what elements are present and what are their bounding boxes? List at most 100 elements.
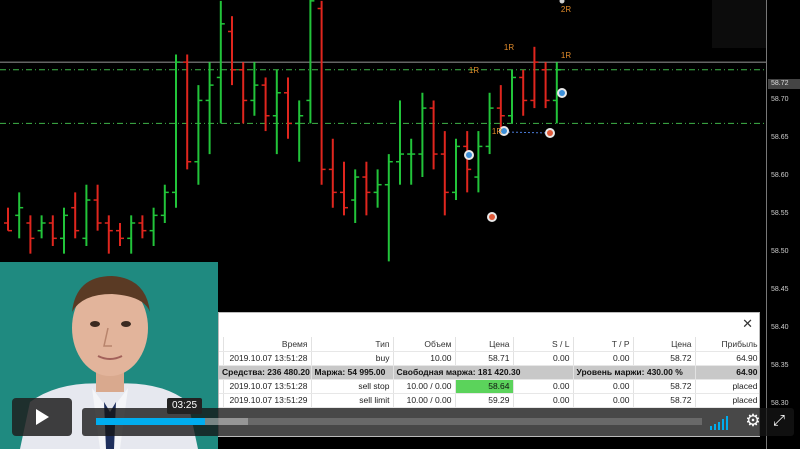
col-header-time[interactable]: Время <box>223 337 312 352</box>
ohlc-bar <box>306 0 315 124</box>
table-cell: 10.00 <box>393 351 456 366</box>
table-row[interactable]: 2019.10.07 13:51:28 buy 10.00 58.71 0.00… <box>219 351 759 366</box>
volume-icon[interactable] <box>710 414 734 430</box>
marker-dot <box>559 0 565 4</box>
ohlc-bar <box>440 131 449 216</box>
ohlc-bar <box>541 62 550 109</box>
ohlc-bar <box>519 69 528 116</box>
ohlc-bar <box>127 215 136 254</box>
ohlc-bar <box>239 62 248 124</box>
ohlc-bar <box>48 215 57 246</box>
positions-table: Время Тип Объем Цена S / L T / P Цена Пр… <box>219 337 759 408</box>
table-cell: 0.00 <box>513 393 574 408</box>
table-cell: 0.00 <box>573 351 634 366</box>
price-tick: 58.50 <box>771 248 789 255</box>
ohlc-bar <box>194 85 203 185</box>
ohlc-bar <box>418 92 427 178</box>
ohlc-bar <box>228 16 236 86</box>
ohlc-bar <box>328 138 337 208</box>
col-header-volume[interactable]: Объем <box>393 337 456 352</box>
ohlc-bar <box>407 138 416 185</box>
ohlc-bar <box>183 54 192 170</box>
table-cell: 10.00 / 0.00 <box>393 379 456 394</box>
price-tick: 58.45 <box>771 286 789 293</box>
price-tick: 58.70 <box>771 96 789 103</box>
play-icon <box>36 409 49 425</box>
table-cell: 0.00 <box>573 379 634 394</box>
price-tick: 58.35 <box>771 362 789 369</box>
price-axis: 58.72 58.70 58.65 58.60 58.55 58.50 58.4… <box>766 0 800 449</box>
price-tick: 58.30 <box>771 400 789 407</box>
time-tooltip: 03:25 <box>167 398 203 414</box>
table-cell: 2019.10.07 13:51:28 <box>223 351 312 366</box>
ohlc-bar <box>93 184 102 231</box>
ohlc-bar <box>373 169 382 208</box>
ohlc-bar <box>71 192 80 239</box>
r-annotation-label: 2R <box>561 5 571 14</box>
table-cell: 58.71 <box>455 351 514 366</box>
funds-summary: Средства: 236 480.20 <box>219 365 312 380</box>
table-cell-highlight: 58.64 <box>455 379 514 394</box>
table-cell: 58.72 <box>633 351 696 366</box>
table-cell: 10.00 / 0.00 <box>393 393 456 408</box>
trade-marker-core <box>547 130 553 136</box>
ohlc-bar <box>351 169 360 224</box>
price-tick: 58.60 <box>771 172 789 179</box>
margin-level-summary: Уровень маржи: 430.00 % <box>573 365 696 380</box>
price-tick: 58.65 <box>771 134 789 141</box>
trade-marker-core <box>466 152 472 158</box>
table-row[interactable]: 2019.10.07 13:51:28 sell stop 10.00 / 0.… <box>219 379 759 394</box>
ohlc-bar <box>340 161 348 216</box>
ohlc-bar <box>37 215 46 239</box>
r-annotation-label: 1R <box>492 127 502 136</box>
col-header-price[interactable]: Цена <box>455 337 514 352</box>
table-cell: 58.72 <box>633 393 696 408</box>
trading-video-player: 2R 1R 1R 1R 1R 58.72 58.70 58.65 58.60 58.55… <box>0 0 800 449</box>
ohlc-bar <box>463 131 472 193</box>
r-annotation-label: 1R <box>469 66 479 75</box>
table-cell: 0.00 <box>513 351 574 366</box>
ohlc-bar <box>116 223 124 246</box>
ohlc-bar <box>295 100 304 162</box>
ohlc-bar <box>284 77 292 139</box>
table-cell: placed <box>695 393 759 408</box>
table-cell: sell limit <box>311 393 394 408</box>
table-cell: buy <box>311 351 394 366</box>
ohlc-bar <box>317 0 326 185</box>
table-cell: 2019.10.07 13:51:29 <box>223 393 312 408</box>
table-row[interactable]: 2019.10.07 13:51:29 sell limit 10.00 / 0… <box>219 393 759 408</box>
col-header-sl[interactable]: S / L <box>513 337 574 352</box>
ohlc-bar <box>452 138 460 201</box>
ohlc-bar <box>496 85 505 132</box>
ohlc-bar <box>82 184 91 246</box>
col-header-tp[interactable]: T / P <box>573 337 634 352</box>
ohlc-bar <box>508 69 516 124</box>
profit-summary: 64.90 <box>695 365 759 380</box>
price-tick: 58.40 <box>771 324 789 331</box>
ohlc-bar <box>172 54 180 208</box>
progress-scrubber[interactable] <box>96 418 702 425</box>
margin-summary: Маржа: 54 995.00 <box>311 365 394 380</box>
col-header-current-price[interactable]: Цена <box>633 337 696 352</box>
ohlc-bar <box>26 215 35 254</box>
ohlc-bar <box>205 62 214 155</box>
col-header-type[interactable]: Тип <box>311 337 394 352</box>
ohlc-bar <box>138 215 147 239</box>
account-summary-row: Средства: 236 480.20 Маржа: 54 995.00 Св… <box>219 365 759 380</box>
fullscreen-icon[interactable]: ⤢ <box>770 412 788 430</box>
col-header-profit[interactable]: Прибыль <box>695 337 759 352</box>
table-cell: 64.90 <box>695 351 759 366</box>
close-icon[interactable]: ✕ <box>742 316 753 332</box>
table-header-row: Время Тип Объем Цена S / L T / P Цена Пр… <box>219 337 759 352</box>
play-button[interactable] <box>12 398 72 436</box>
ohlc-bar <box>384 154 393 262</box>
ohlc-bar <box>474 131 483 193</box>
trade-marker-core <box>489 214 495 220</box>
settings-gear-icon[interactable]: ⚙ <box>744 412 762 430</box>
ohlc-bar <box>362 161 371 216</box>
ohlc-bar <box>272 69 281 155</box>
ohlc-bar <box>429 100 438 170</box>
progress-played <box>96 418 206 425</box>
trade-connector <box>503 131 550 134</box>
ohlc-bar <box>149 207 158 246</box>
